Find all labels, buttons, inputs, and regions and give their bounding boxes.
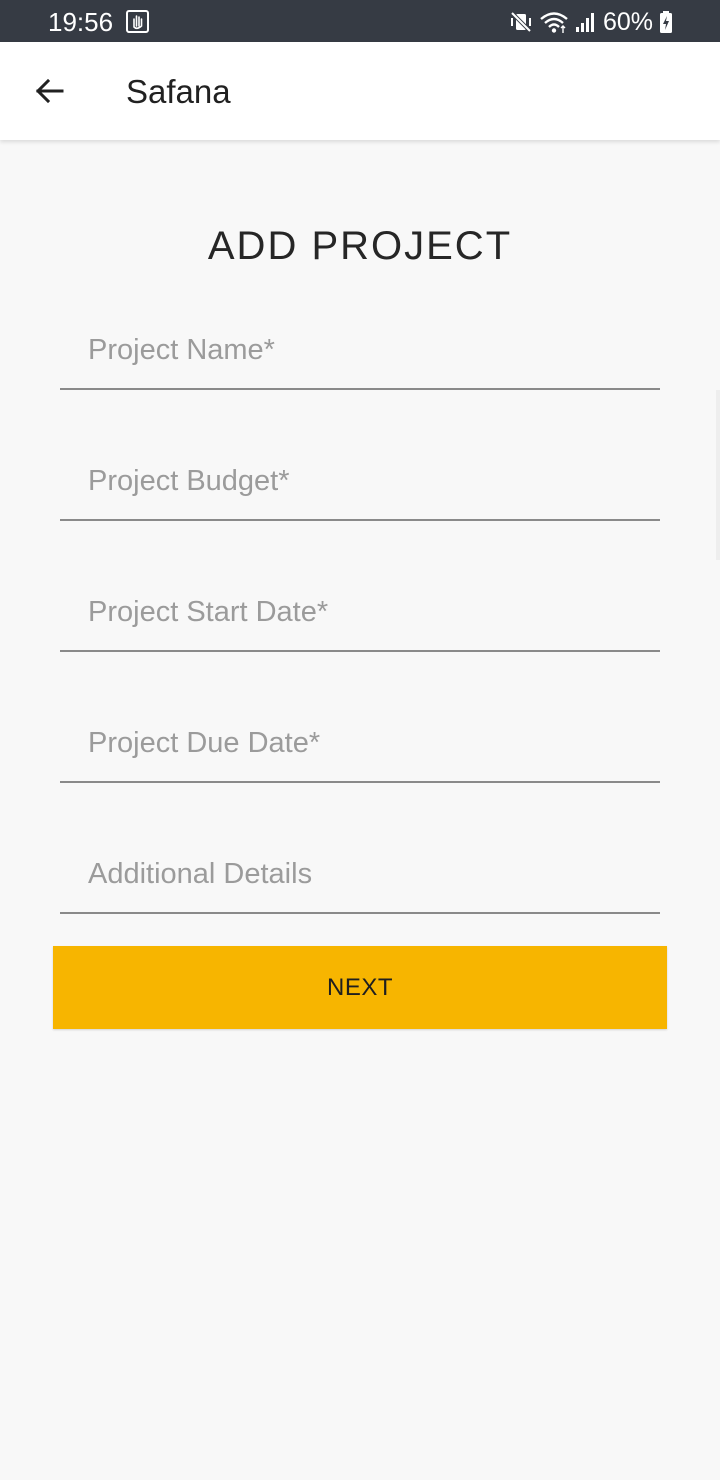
project-name-field [60, 320, 660, 390]
app-bar: Safana [0, 42, 720, 140]
project-budget-field [60, 451, 660, 521]
status-icons: 60% [509, 7, 673, 37]
project-budget-input[interactable] [88, 451, 648, 511]
project-due-date-input[interactable] [88, 713, 648, 773]
status-time: 19:56 [48, 7, 114, 37]
arrow-left-icon [33, 75, 65, 112]
page-title: ADD PROJECT [207, 224, 513, 268]
additional-details-input[interactable] [88, 844, 648, 904]
status-bar: 19:56 60% [0, 0, 720, 42]
project-start-date-input[interactable] [88, 582, 648, 642]
app-title: Safana [126, 73, 231, 110]
mute-vibrate-icon [509, 10, 533, 34]
additional-details-field [60, 844, 660, 914]
wifi-icon [539, 10, 569, 34]
next-button[interactable]: NEXT [53, 946, 667, 1029]
back-button[interactable] [22, 66, 76, 120]
project-start-date-field [60, 582, 660, 652]
hand-gesture-icon [126, 10, 149, 33]
battery-percent: 60% [602, 8, 653, 36]
battery-charging-icon [659, 10, 673, 34]
signal-icon [575, 11, 595, 33]
project-name-input[interactable] [88, 320, 648, 380]
project-due-date-field [60, 713, 660, 783]
scroll-indicator [716, 390, 720, 560]
